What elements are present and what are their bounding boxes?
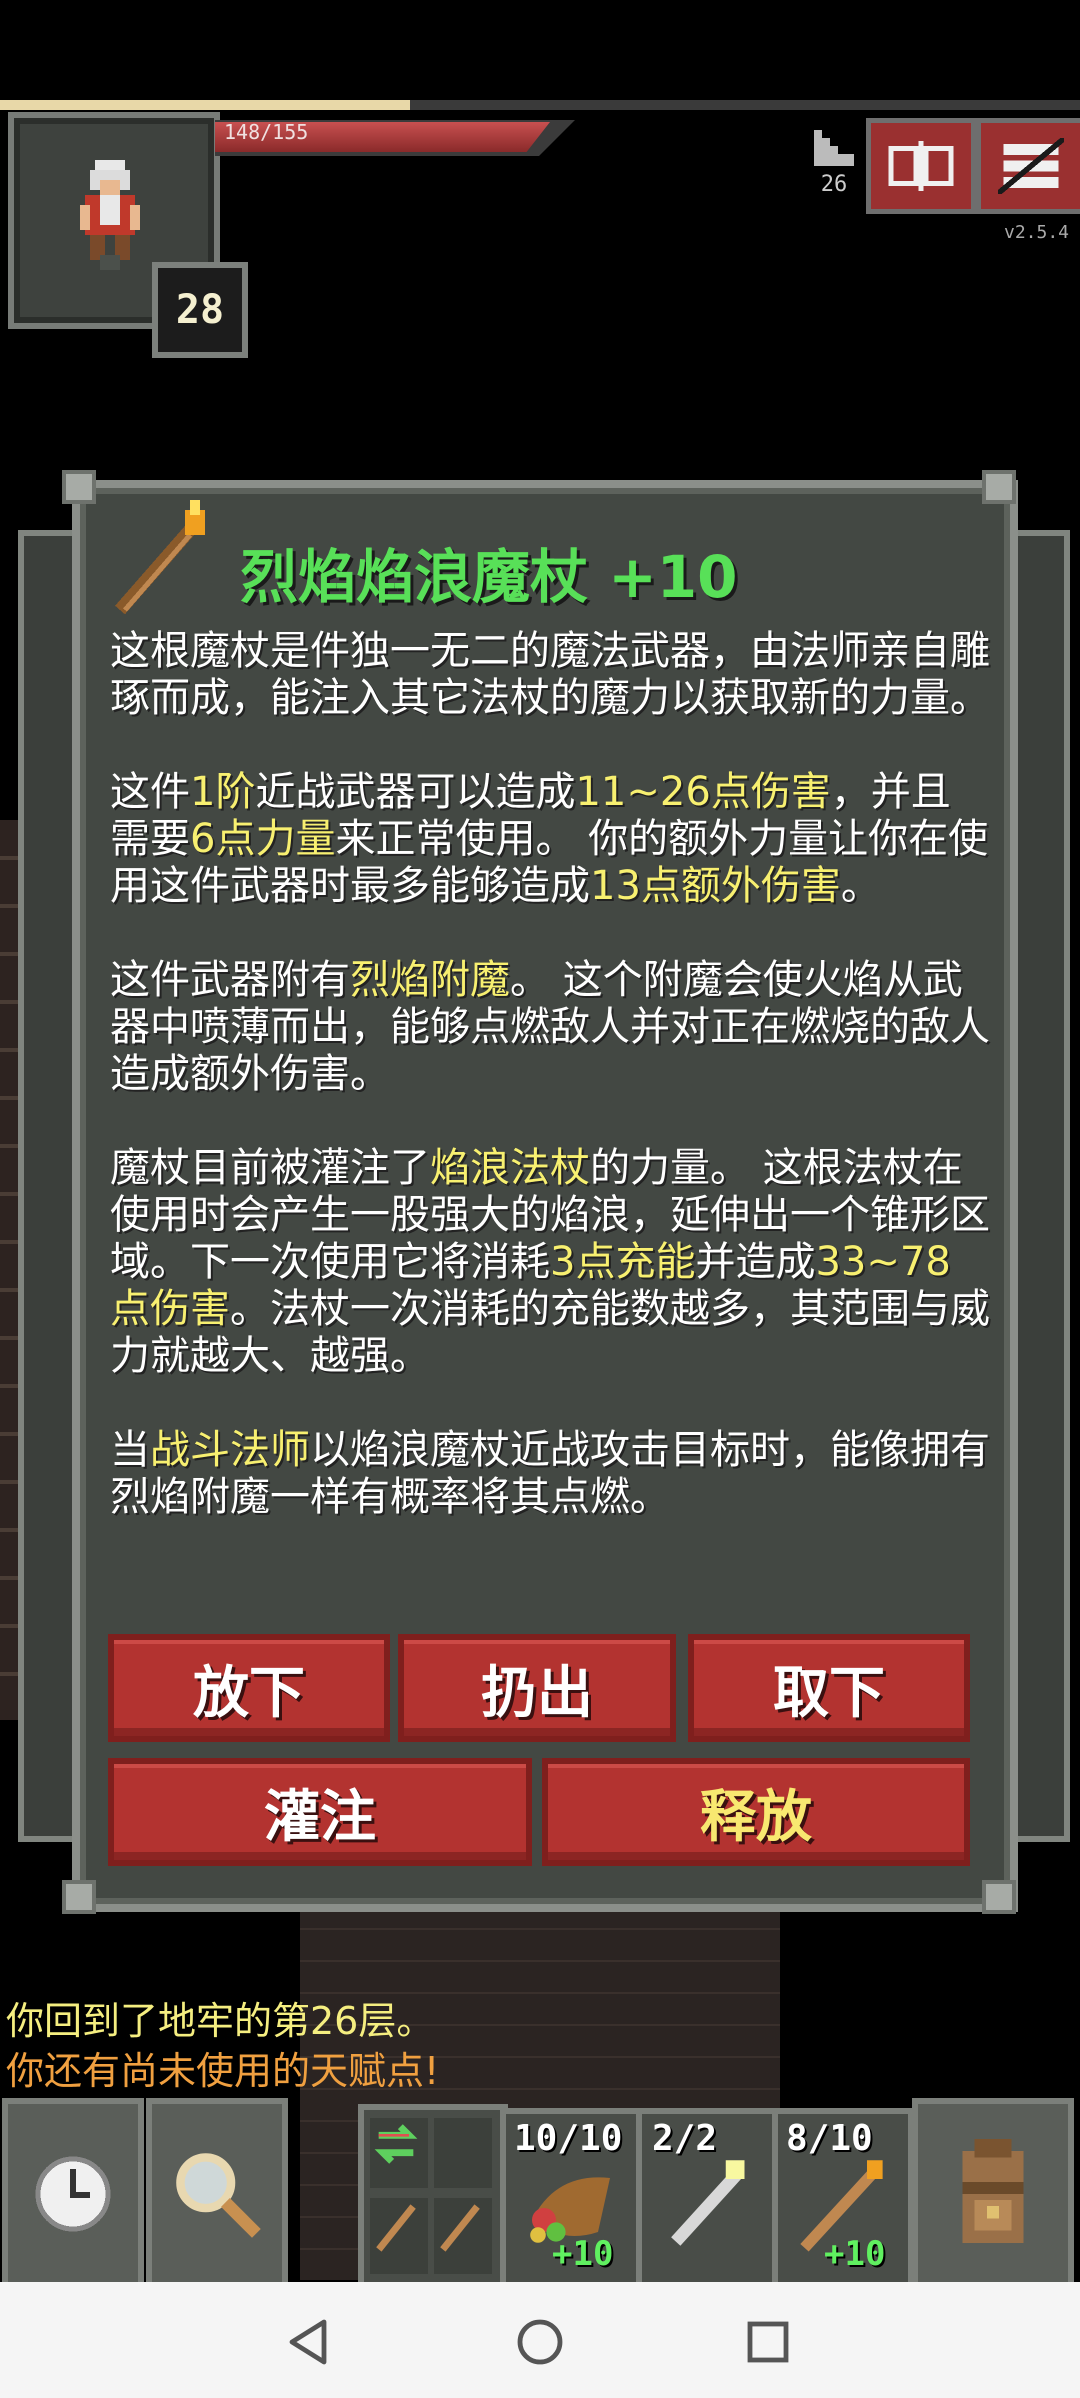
window-corner — [62, 1880, 96, 1914]
depth-indicator: 26 — [808, 130, 860, 202]
hero-level-badge: 28 — [152, 262, 248, 358]
swap-icon — [374, 2124, 418, 2164]
depth-number: 26 — [820, 172, 848, 197]
home-icon[interactable] — [516, 2318, 564, 2366]
game-log-line: 你还有尚未使用的天赋点! — [6, 2049, 440, 2093]
stairs-icon — [814, 130, 854, 166]
quickslot-count: 10/10 — [514, 2118, 623, 2159]
menu-button[interactable] — [976, 118, 1080, 214]
version-label: v2.5.4 — [1004, 222, 1070, 243]
description-paragraph: 这件1阶近战武器可以造成11~26点伤害，并且需要6点力量来正常使用。 你的额外… — [110, 769, 990, 910]
description-text: 这根魔杖是件独一无二的魔法武器，由法师亲自雕琢而成，能注入其它法杖的魔力以获取新… — [110, 628, 990, 721]
backpack-icon — [962, 2139, 1024, 2243]
highlight-text: 1阶 — [190, 769, 256, 815]
quickslot-upgrade: +10 — [824, 2234, 886, 2274]
window-corner — [982, 470, 1016, 504]
xp-bar-fill — [0, 100, 411, 110]
quickslot-2[interactable]: 2/2 — [636, 2108, 778, 2290]
description-text: 这件 — [110, 769, 190, 815]
highlight-text: 焰浪法杖 — [430, 1145, 590, 1191]
window-corner — [62, 470, 96, 504]
description-text: 。 — [840, 863, 881, 909]
highlight-text: 13点额外伤害 — [590, 863, 841, 909]
item-title: 烈焰焰浪魔杖 +10 — [240, 543, 738, 611]
magnifier-icon — [176, 2153, 261, 2238]
mini-staff-slot[interactable] — [434, 2198, 492, 2274]
quickslot-count: 8/10 — [786, 2118, 873, 2159]
staff-icon — [440, 2204, 480, 2252]
highlight-text: 11~26点伤害 — [575, 769, 831, 815]
hp-text: 148/155 — [224, 120, 309, 144]
system-navigation-bar — [0, 2282, 1080, 2398]
drop-button[interactable]: 放下 — [108, 1634, 390, 1742]
description-text: 并造成 — [695, 1239, 816, 1285]
throw-button[interactable]: 扔出 — [398, 1634, 676, 1742]
description-text: 近战武器可以造成 — [255, 769, 576, 815]
quickslot-upgrade: +10 — [552, 2234, 614, 2274]
journal-button[interactable] — [866, 118, 976, 214]
imbue-button[interactable]: 灌注 — [108, 1758, 532, 1866]
hero-icon — [80, 160, 140, 270]
back-icon[interactable] — [286, 2318, 330, 2366]
wand-icon — [671, 2160, 745, 2246]
quickslot-count: 2/2 — [652, 2118, 718, 2159]
release-button[interactable]: 释放 — [542, 1758, 970, 1866]
book-icon — [888, 141, 954, 191]
description-paragraph: 魔杖目前被灌注了焰浪法杖的力量。 这根法杖在使用时会产生一股强大的焰浪，延伸出一… — [110, 1145, 990, 1380]
clock-icon — [35, 2156, 111, 2232]
quickslot-3[interactable]: 8/10 +10 — [772, 2108, 914, 2290]
swap-slot[interactable] — [370, 2118, 428, 2188]
item-description: 这根魔杖是件独一无二的魔法武器，由法师亲自雕琢而成，能注入其它法杖的魔力以获取新… — [110, 628, 990, 1521]
recents-icon[interactable] — [746, 2320, 790, 2364]
description-text: 。法杖一次消耗的充能数越多，其范围与威力就越大、越强。 — [110, 1286, 990, 1379]
highlight-text: 3点充能 — [550, 1239, 696, 1285]
description-text: 这件武器附有 — [110, 957, 350, 1003]
game-log-line: 你回到了地牢的第26层。 — [6, 1999, 435, 2043]
description-text: 魔杖目前被灌注了 — [110, 1145, 430, 1191]
staff-icon — [376, 2204, 416, 2252]
empty-slot[interactable] — [434, 2118, 492, 2188]
highlight-text: 烈焰附魔 — [350, 957, 510, 1003]
quickslot-swap-group — [358, 2104, 508, 2292]
description-paragraph: 这根魔杖是件独一无二的魔法武器，由法师亲自雕琢而成，能注入其它法杖的魔力以获取新… — [110, 628, 990, 722]
highlight-text: 战斗法师 — [150, 1427, 310, 1473]
search-button[interactable] — [146, 2098, 288, 2290]
description-paragraph: 这件武器附有烈焰附魔。 这个附魔会使火焰从武器中喷薄而出，能够点燃敌人并对正在燃… — [110, 957, 990, 1098]
wait-button[interactable] — [2, 2098, 144, 2290]
mini-staff-slot[interactable] — [370, 2198, 428, 2274]
window-corner — [982, 1880, 1016, 1914]
battlemage-staff-icon — [115, 500, 205, 615]
description-text: 当 — [110, 1427, 150, 1473]
highlight-text: 6点力量 — [190, 816, 336, 862]
description-paragraph: 当战斗法师以焰浪魔杖近战攻击目标时，能像拥有烈焰附魔一样有概率将其点燃。 — [110, 1427, 990, 1521]
menu-icon — [998, 138, 1064, 194]
quickslot-1[interactable]: 10/10 +10 — [500, 2108, 642, 2290]
unequip-button[interactable]: 取下 — [688, 1634, 970, 1742]
backpack-button[interactable] — [912, 2098, 1074, 2290]
